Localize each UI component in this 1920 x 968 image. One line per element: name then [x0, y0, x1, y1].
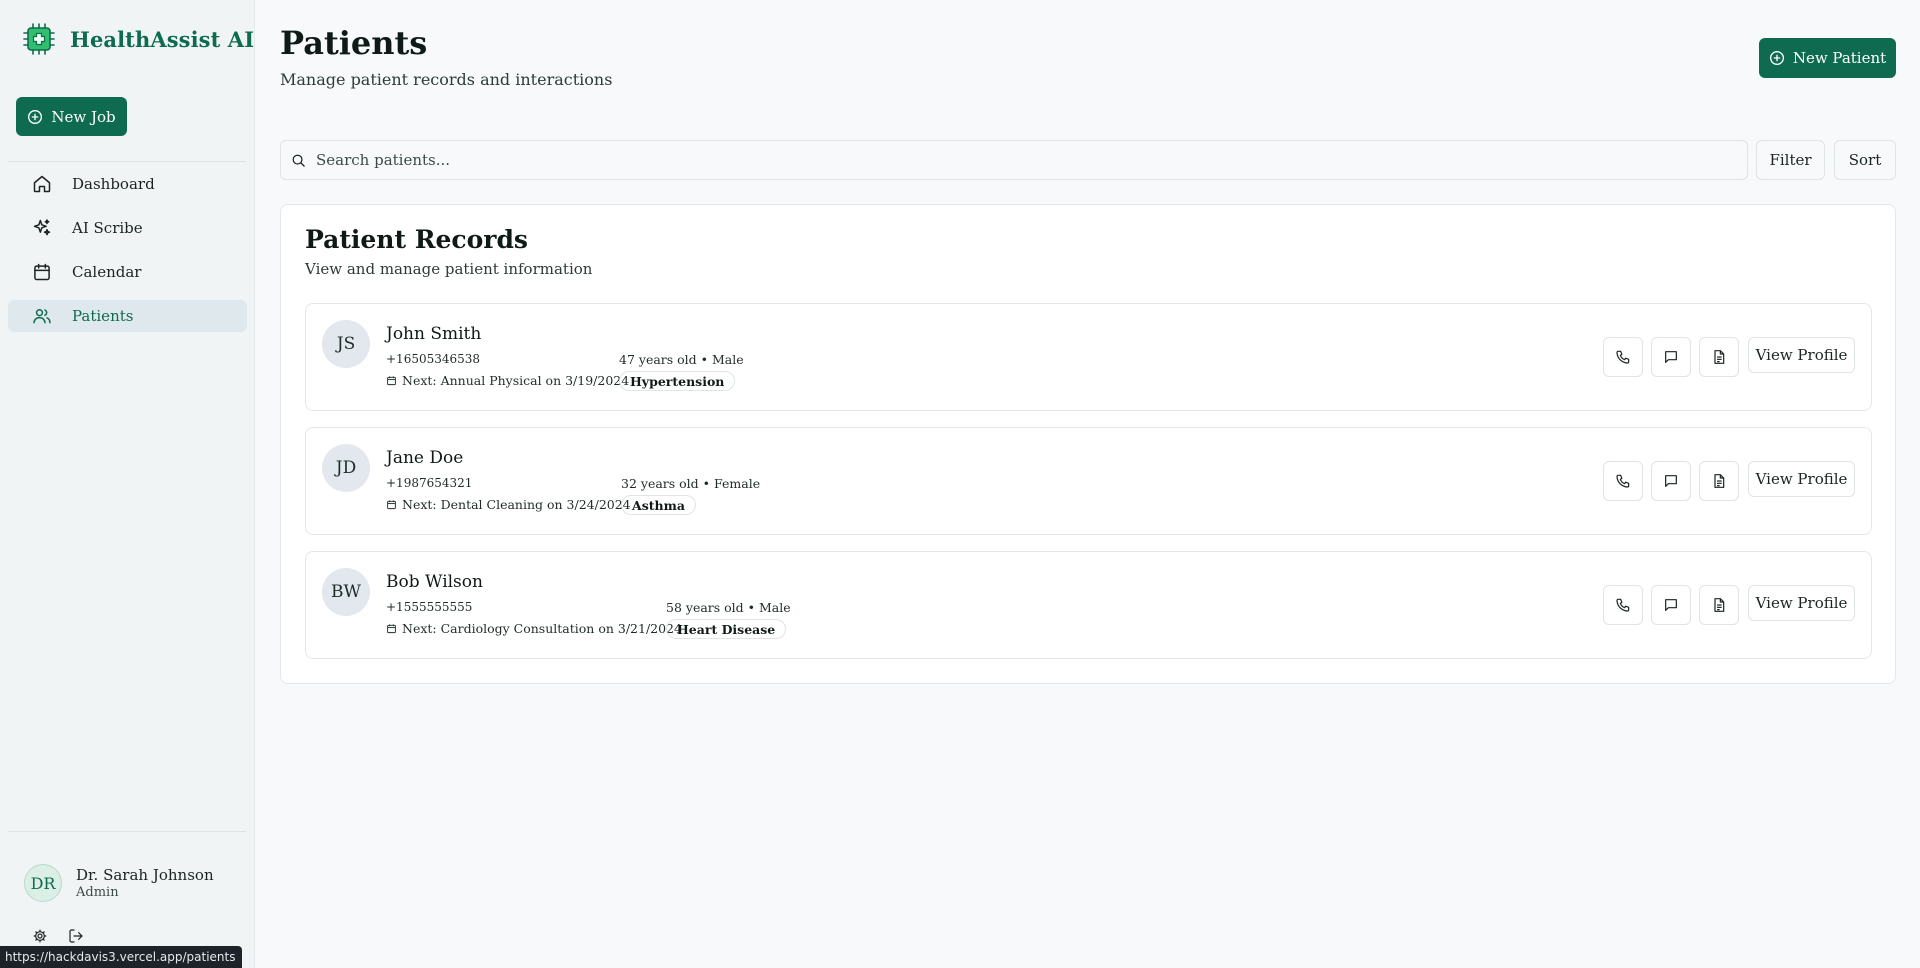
calendar-icon — [387, 624, 396, 634]
page-subtitle: Manage patient records and interactions — [280, 70, 613, 89]
sidebar-footer-actions — [32, 928, 84, 944]
users-icon — [33, 309, 51, 324]
main-content: Patients Manage patient records and inte… — [280, 0, 1896, 968]
next-appointment-text: Next: Cardiology Consultation on 3/21/20… — [402, 621, 682, 636]
next-appointment: Next: Annual Physical on 3/19/2024 — [386, 373, 629, 388]
brand-name: HealthAssist AI — [70, 26, 255, 52]
calendar-icon — [387, 500, 396, 510]
patient-name[interactable]: Jane Doe — [386, 448, 463, 468]
patient-records-card: Patient Records View and manage patient … — [280, 204, 1896, 684]
sidebar-item-patients[interactable]: Patients — [8, 300, 247, 332]
sidebar-item-label: AI Scribe — [72, 219, 143, 237]
phone-icon — [1616, 350, 1630, 364]
records-title: Patient Records — [305, 225, 529, 254]
next-appointment: Next: Cardiology Consultation on 3/21/20… — [386, 621, 682, 636]
search-input[interactable] — [316, 151, 1747, 169]
gear-icon[interactable] — [32, 928, 48, 944]
sort-button[interactable]: Sort — [1834, 140, 1896, 180]
message-icon — [1665, 475, 1677, 487]
message-icon — [1665, 599, 1677, 611]
search-icon — [292, 154, 305, 167]
records-button[interactable] — [1699, 585, 1739, 625]
new-job-button[interactable]: New Job — [16, 97, 127, 136]
call-button[interactable] — [1603, 585, 1643, 625]
divider — [8, 161, 246, 162]
avatar: JD — [322, 444, 370, 492]
avatar: BW — [322, 568, 370, 616]
next-appointment: Next: Dental Cleaning on 3/24/2024 — [386, 497, 631, 512]
records-subtitle: View and manage patient information — [305, 260, 593, 278]
call-button[interactable] — [1603, 337, 1643, 377]
patient-row: BW Bob Wilson +1555555555 Next: Cardiolo… — [305, 551, 1872, 659]
user-name: Dr. Sarah Johnson — [76, 866, 214, 884]
patient-demographics: 58 years old • Male — [666, 600, 791, 615]
message-icon — [1665, 351, 1677, 363]
message-button[interactable] — [1651, 337, 1691, 377]
logout-icon[interactable] — [68, 928, 84, 944]
sidebar-nav: Dashboard AI Scribe Calendar Patients — [8, 168, 247, 344]
patient-row: JD Jane Doe +1987654321 Next: Dental Cle… — [305, 427, 1872, 535]
divider — [8, 831, 246, 832]
sidebar: HealthAssist AI New Job Dashboard AI Scr… — [0, 0, 255, 968]
new-job-label: New Job — [51, 107, 116, 126]
user-role: Admin — [76, 885, 119, 900]
filter-button[interactable]: Filter — [1756, 140, 1825, 180]
page-title: Patients — [280, 24, 428, 62]
message-button[interactable] — [1651, 461, 1691, 501]
plus-circle-icon — [1769, 51, 1784, 65]
search-bar — [280, 140, 1748, 180]
user-profile[interactable]: DR Dr. Sarah Johnson Admin — [24, 864, 214, 902]
records-button[interactable] — [1699, 337, 1739, 377]
new-patient-label: New Patient — [1792, 49, 1887, 67]
status-bar-url: https://hackdavis3.vercel.app/patients — [0, 946, 242, 968]
condition-badge: Asthma — [621, 495, 696, 515]
records-button[interactable] — [1699, 461, 1739, 501]
message-button[interactable] — [1651, 585, 1691, 625]
condition-badge: Hypertension — [619, 371, 736, 391]
next-appointment-text: Next: Dental Cleaning on 3/24/2024 — [402, 497, 631, 512]
avatar: JS — [322, 320, 370, 368]
patient-name[interactable]: Bob Wilson — [386, 572, 483, 592]
document-icon — [1714, 350, 1725, 364]
phone-icon — [1616, 474, 1630, 488]
patient-phone: +1555555555 — [386, 600, 473, 614]
patient-name[interactable]: John Smith — [386, 324, 481, 344]
next-appointment-text: Next: Annual Physical on 3/19/2024 — [402, 373, 630, 388]
sidebar-item-label: Calendar — [72, 263, 142, 281]
sidebar-item-label: Dashboard — [72, 175, 155, 193]
document-icon — [1714, 474, 1725, 488]
brand[interactable]: HealthAssist AI — [22, 22, 254, 56]
sidebar-item-label: Patients — [72, 307, 134, 325]
patient-row: JS John Smith +16505346538 Next: Annual … — [305, 303, 1872, 411]
view-profile-button[interactable]: View Profile — [1748, 461, 1855, 497]
new-patient-button[interactable]: New Patient — [1759, 38, 1896, 78]
sidebar-item-dashboard[interactable]: Dashboard — [8, 168, 247, 200]
document-icon — [1714, 598, 1725, 612]
home-icon — [33, 175, 51, 193]
condition-badge: Heart Disease — [666, 619, 787, 639]
patient-demographics: 32 years old • Female — [621, 476, 761, 491]
calendar-icon — [387, 376, 396, 386]
view-profile-button[interactable]: View Profile — [1748, 337, 1855, 373]
calendar-icon — [34, 263, 50, 281]
avatar: DR — [24, 864, 62, 902]
medical-chip-icon — [23, 23, 55, 55]
sparkles-icon — [33, 219, 51, 236]
view-profile-button[interactable]: View Profile — [1748, 585, 1855, 621]
sidebar-item-ai-scribe[interactable]: AI Scribe — [8, 212, 247, 244]
patient-demographics: 47 years old • Male — [619, 352, 744, 367]
phone-icon — [1616, 598, 1630, 612]
patient-phone: +1987654321 — [386, 476, 473, 490]
patient-phone: +16505346538 — [386, 352, 481, 366]
sidebar-item-calendar[interactable]: Calendar — [8, 256, 247, 288]
plus-circle-icon — [28, 109, 43, 124]
call-button[interactable] — [1603, 461, 1643, 501]
